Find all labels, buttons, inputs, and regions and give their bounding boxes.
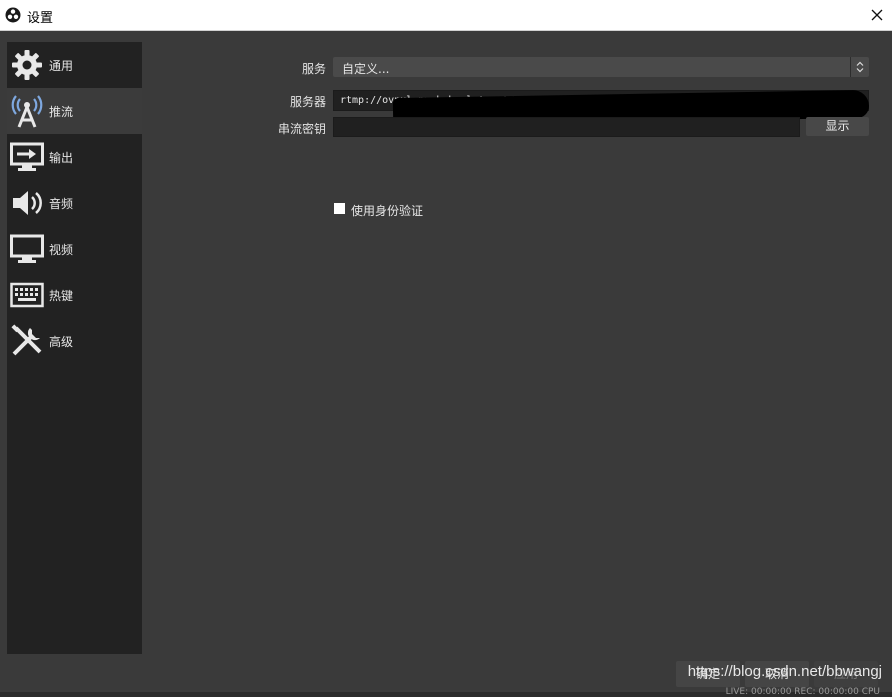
use-auth-checkbox[interactable] — [334, 203, 345, 214]
service-select-value: 自定义... — [342, 62, 390, 76]
monitor-icon — [10, 233, 44, 265]
obs-logo-icon — [5, 7, 21, 23]
status-bar-text: LIVE: 00:00:00 REC: 00:00:00 CPU — [725, 687, 880, 697]
watermark-text: https://blog.csdn.net/bbwangj — [687, 663, 882, 680]
settings-body: 通用 推流 输出 音频 视频 热键 高级 服务 自定义... 服务器 rtmp:… — [0, 31, 892, 697]
title-bar: 设置 — [0, 0, 892, 31]
server-label: 服务器 — [289, 95, 326, 109]
sidebar-item-output[interactable]: 输出 — [7, 134, 142, 180]
service-label: 服务 — [301, 62, 326, 76]
sidebar-item-label: 通用 — [49, 59, 74, 73]
gear-icon — [10, 49, 44, 81]
sidebar-item-label: 推流 — [49, 105, 74, 119]
sidebar-item-hotkeys[interactable]: 热键 — [7, 272, 142, 318]
sidebar-item-label: 高级 — [49, 335, 74, 349]
settings-sidebar: 通用 推流 输出 音频 视频 热键 高级 — [7, 42, 142, 654]
sidebar-item-label: 视频 — [49, 243, 74, 257]
sidebar-item-label: 热键 — [49, 289, 74, 303]
sidebar-item-advanced[interactable]: 高级 — [7, 318, 142, 364]
speaker-icon — [10, 187, 44, 219]
show-key-button[interactable]: 显示 — [806, 117, 869, 136]
stream-key-input[interactable] — [333, 117, 800, 137]
sidebar-item-audio[interactable]: 音频 — [7, 180, 142, 226]
close-button[interactable] — [862, 0, 892, 30]
sidebar-item-label: 输出 — [49, 151, 74, 165]
close-icon[interactable] — [871, 9, 883, 21]
select-arrows-icon — [850, 57, 869, 77]
tools-icon — [10, 324, 44, 357]
sidebar-item-stream[interactable]: 推流 — [7, 88, 142, 134]
output-monitor-icon — [10, 141, 44, 173]
sidebar-item-general[interactable]: 通用 — [7, 42, 142, 88]
sidebar-item-label: 音频 — [49, 197, 74, 211]
service-select[interactable]: 自定义... — [333, 57, 869, 77]
antenna-icon — [10, 95, 44, 128]
stream-key-label: 串流密钥 — [277, 122, 326, 136]
use-auth-label[interactable]: 使用身份验证 — [351, 202, 423, 219]
sidebar-item-video[interactable]: 视频 — [7, 226, 142, 272]
keyboard-icon — [10, 279, 44, 311]
window-title: 设置 — [27, 11, 54, 26]
